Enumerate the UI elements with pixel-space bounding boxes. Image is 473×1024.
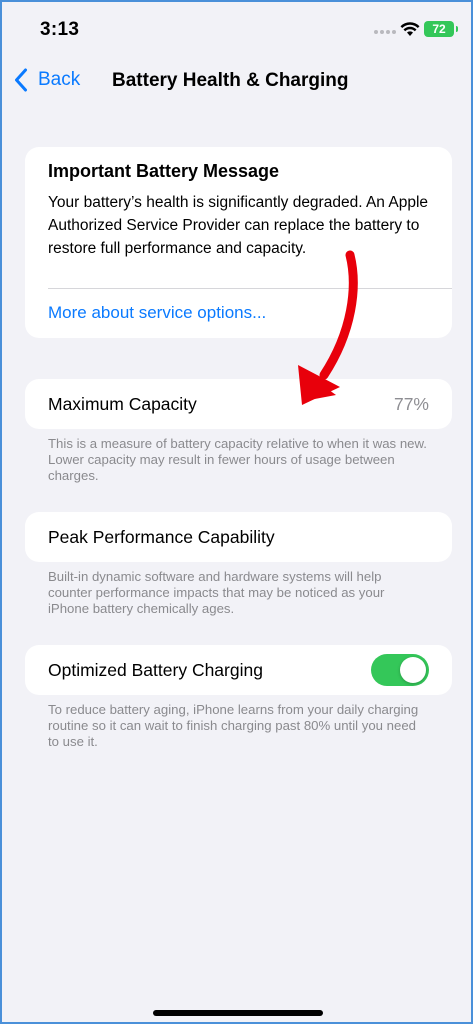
optimized-charging-footnote: To reduce battery aging, iPhone learns f… [48, 702, 419, 749]
peak-performance-label: Peak Performance Capability [48, 527, 275, 547]
back-button[interactable]: Back [14, 68, 80, 92]
status-bar: 3:13 72 [2, 2, 471, 58]
battery-icon: 72 [424, 21, 458, 37]
navigation-bar: Back Battery Health & Charging [2, 58, 471, 106]
service-options-link[interactable]: More about service options... [48, 303, 266, 323]
toggle-knob [400, 657, 426, 683]
optimized-charging-label: Optimized Battery Charging [48, 660, 263, 680]
battery-message-card: Important Battery Message Your battery’s… [25, 147, 452, 338]
cellular-signal-icon [374, 30, 396, 34]
maximum-capacity-value: 77% [393, 394, 429, 414]
red-arrow-icon [298, 250, 358, 405]
home-indicator [153, 1010, 323, 1016]
maximum-capacity-footnote: This is a measure of battery capacity re… [48, 436, 427, 483]
wifi-icon [400, 22, 420, 36]
battery-message-body: Your battery’s health is significantly d… [48, 194, 429, 257]
chevron-left-icon [15, 68, 27, 92]
maximum-capacity-row: Maximum Capacity 77% [25, 379, 452, 429]
maximum-capacity-label: Maximum Capacity [48, 394, 197, 414]
divider [48, 288, 452, 289]
battery-message-title: Important Battery Message [48, 161, 280, 181]
optimized-charging-row: Optimized Battery Charging [25, 645, 452, 695]
page-title: Battery Health & Charging [112, 70, 349, 91]
status-time: 3:13 [40, 19, 80, 40]
back-label: Back [38, 69, 81, 90]
peak-performance-footnote: Built-in dynamic software and hardware s… [48, 569, 385, 616]
peak-performance-row: Peak Performance Capability [25, 512, 452, 562]
optimized-charging-toggle[interactable] [371, 654, 429, 686]
